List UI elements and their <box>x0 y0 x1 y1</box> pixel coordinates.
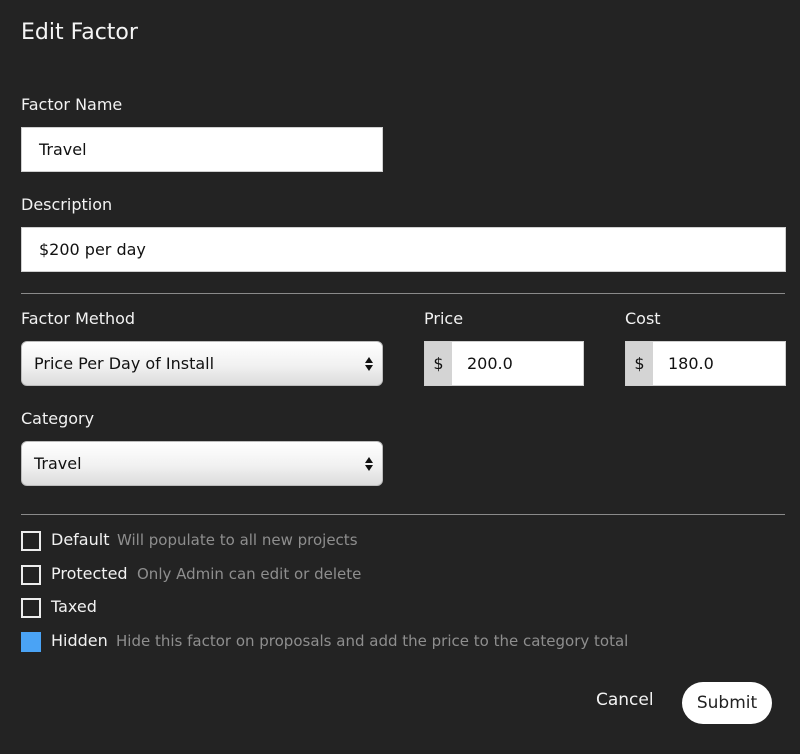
cost-value: 180.0 <box>668 354 714 373</box>
select-arrows-icon <box>365 456 373 471</box>
factor-name-input[interactable]: Travel <box>21 127 383 172</box>
default-checkbox[interactable] <box>21 531 41 551</box>
taxed-checkbox[interactable] <box>21 598 41 618</box>
dialog-title: Edit Factor <box>21 20 138 45</box>
factor-method-label: Factor Method <box>21 309 136 328</box>
price-value: 200.0 <box>467 354 513 373</box>
factor-method-select[interactable]: Price Per Day of Install <box>21 341 383 386</box>
factor-method-value: Price Per Day of Install <box>34 354 215 373</box>
default-label: Default <box>51 530 110 549</box>
protected-hint: Only Admin can edit or delete <box>137 565 362 583</box>
protected-label: Protected <box>51 564 128 583</box>
description-value: $200 per day <box>39 240 146 259</box>
divider <box>21 293 785 294</box>
divider <box>21 514 785 515</box>
hidden-checkbox[interactable] <box>21 632 41 652</box>
submit-button[interactable]: Submit <box>682 682 772 724</box>
default-hint: Will populate to all new projects <box>117 531 358 549</box>
description-input[interactable]: $200 per day <box>21 227 786 272</box>
cost-currency-addon: $ <box>626 342 653 385</box>
hidden-label: Hidden <box>51 631 108 650</box>
category-select[interactable]: Travel <box>21 441 383 486</box>
category-label: Category <box>21 409 95 428</box>
cost-input[interactable]: $ 180.0 <box>625 341 786 386</box>
price-input[interactable]: $ 200.0 <box>424 341 584 386</box>
factor-name-label: Factor Name <box>21 95 123 114</box>
cancel-button[interactable]: Cancel <box>596 690 654 710</box>
price-label: Price <box>424 309 464 328</box>
description-label: Description <box>21 195 113 214</box>
hidden-hint: Hide this factor on proposals and add th… <box>116 632 629 650</box>
taxed-label: Taxed <box>51 597 97 616</box>
cost-label: Cost <box>625 309 661 328</box>
select-arrows-icon <box>365 356 373 371</box>
factor-name-value: Travel <box>39 140 87 159</box>
category-value: Travel <box>34 454 82 473</box>
protected-checkbox[interactable] <box>21 565 41 585</box>
price-currency-addon: $ <box>425 342 452 385</box>
